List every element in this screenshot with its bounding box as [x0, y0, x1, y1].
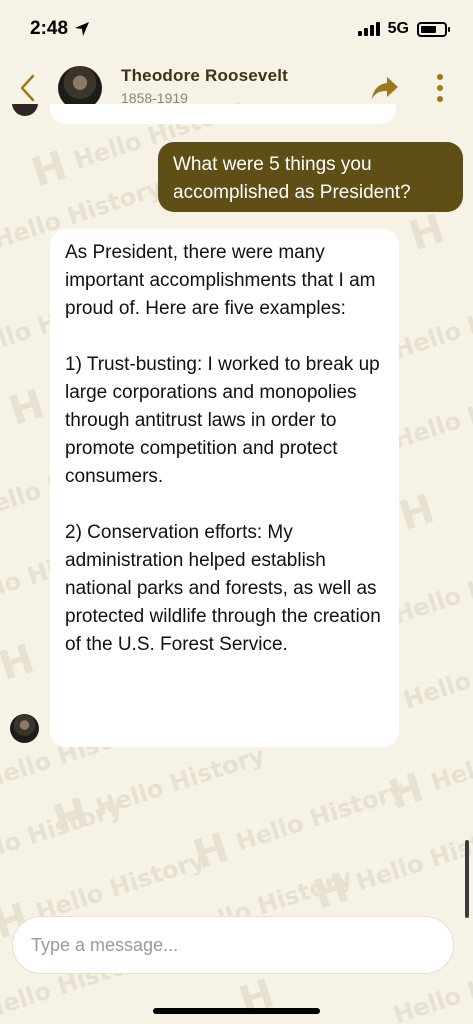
message-input[interactable]	[13, 917, 453, 973]
home-indicator[interactable]	[153, 1008, 320, 1014]
more-dot-icon	[437, 85, 443, 91]
clock-text: 2:48	[30, 18, 69, 39]
previous-message-avatar	[12, 104, 38, 118]
user-message-bubble[interactable]: What were 5 things you accomplished as P…	[158, 142, 463, 212]
signal-icon	[357, 22, 380, 36]
bot-avatar	[10, 714, 39, 743]
status-time: 2:48	[30, 18, 90, 40]
back-button[interactable]	[16, 72, 40, 104]
network-label: 5G	[387, 20, 409, 37]
location-arrow-icon	[75, 22, 90, 36]
scrollbar[interactable]	[465, 840, 469, 918]
message-composer	[12, 916, 454, 974]
chevron-left-icon	[20, 74, 35, 102]
bot-message-bubble[interactable]: As President, there were many important …	[50, 229, 399, 747]
bot-message-item-1: 1) Trust-busting: I worked to break up l…	[65, 354, 380, 487]
user-message-text: What were 5 things you accomplished as P…	[173, 154, 411, 203]
bot-message-item-2: 2) Conservation efforts: My administrati…	[65, 522, 381, 655]
more-options-button[interactable]	[432, 72, 448, 104]
share-arrow-icon	[372, 77, 398, 99]
battery-icon	[417, 21, 450, 37]
previous-message-bubble	[50, 104, 396, 124]
share-button[interactable]	[370, 74, 400, 102]
more-dot-icon	[437, 74, 443, 80]
status-indicators: 5G	[357, 20, 450, 38]
status-bar: 2:48 5G	[0, 0, 473, 58]
contact-name: Theodore Roosevelt	[121, 66, 289, 85]
more-dot-icon	[437, 96, 443, 102]
contact-info[interactable]: Theodore Roosevelt 1858-1919	[121, 66, 288, 106]
bot-message-intro: As President, there were many important …	[65, 242, 376, 319]
